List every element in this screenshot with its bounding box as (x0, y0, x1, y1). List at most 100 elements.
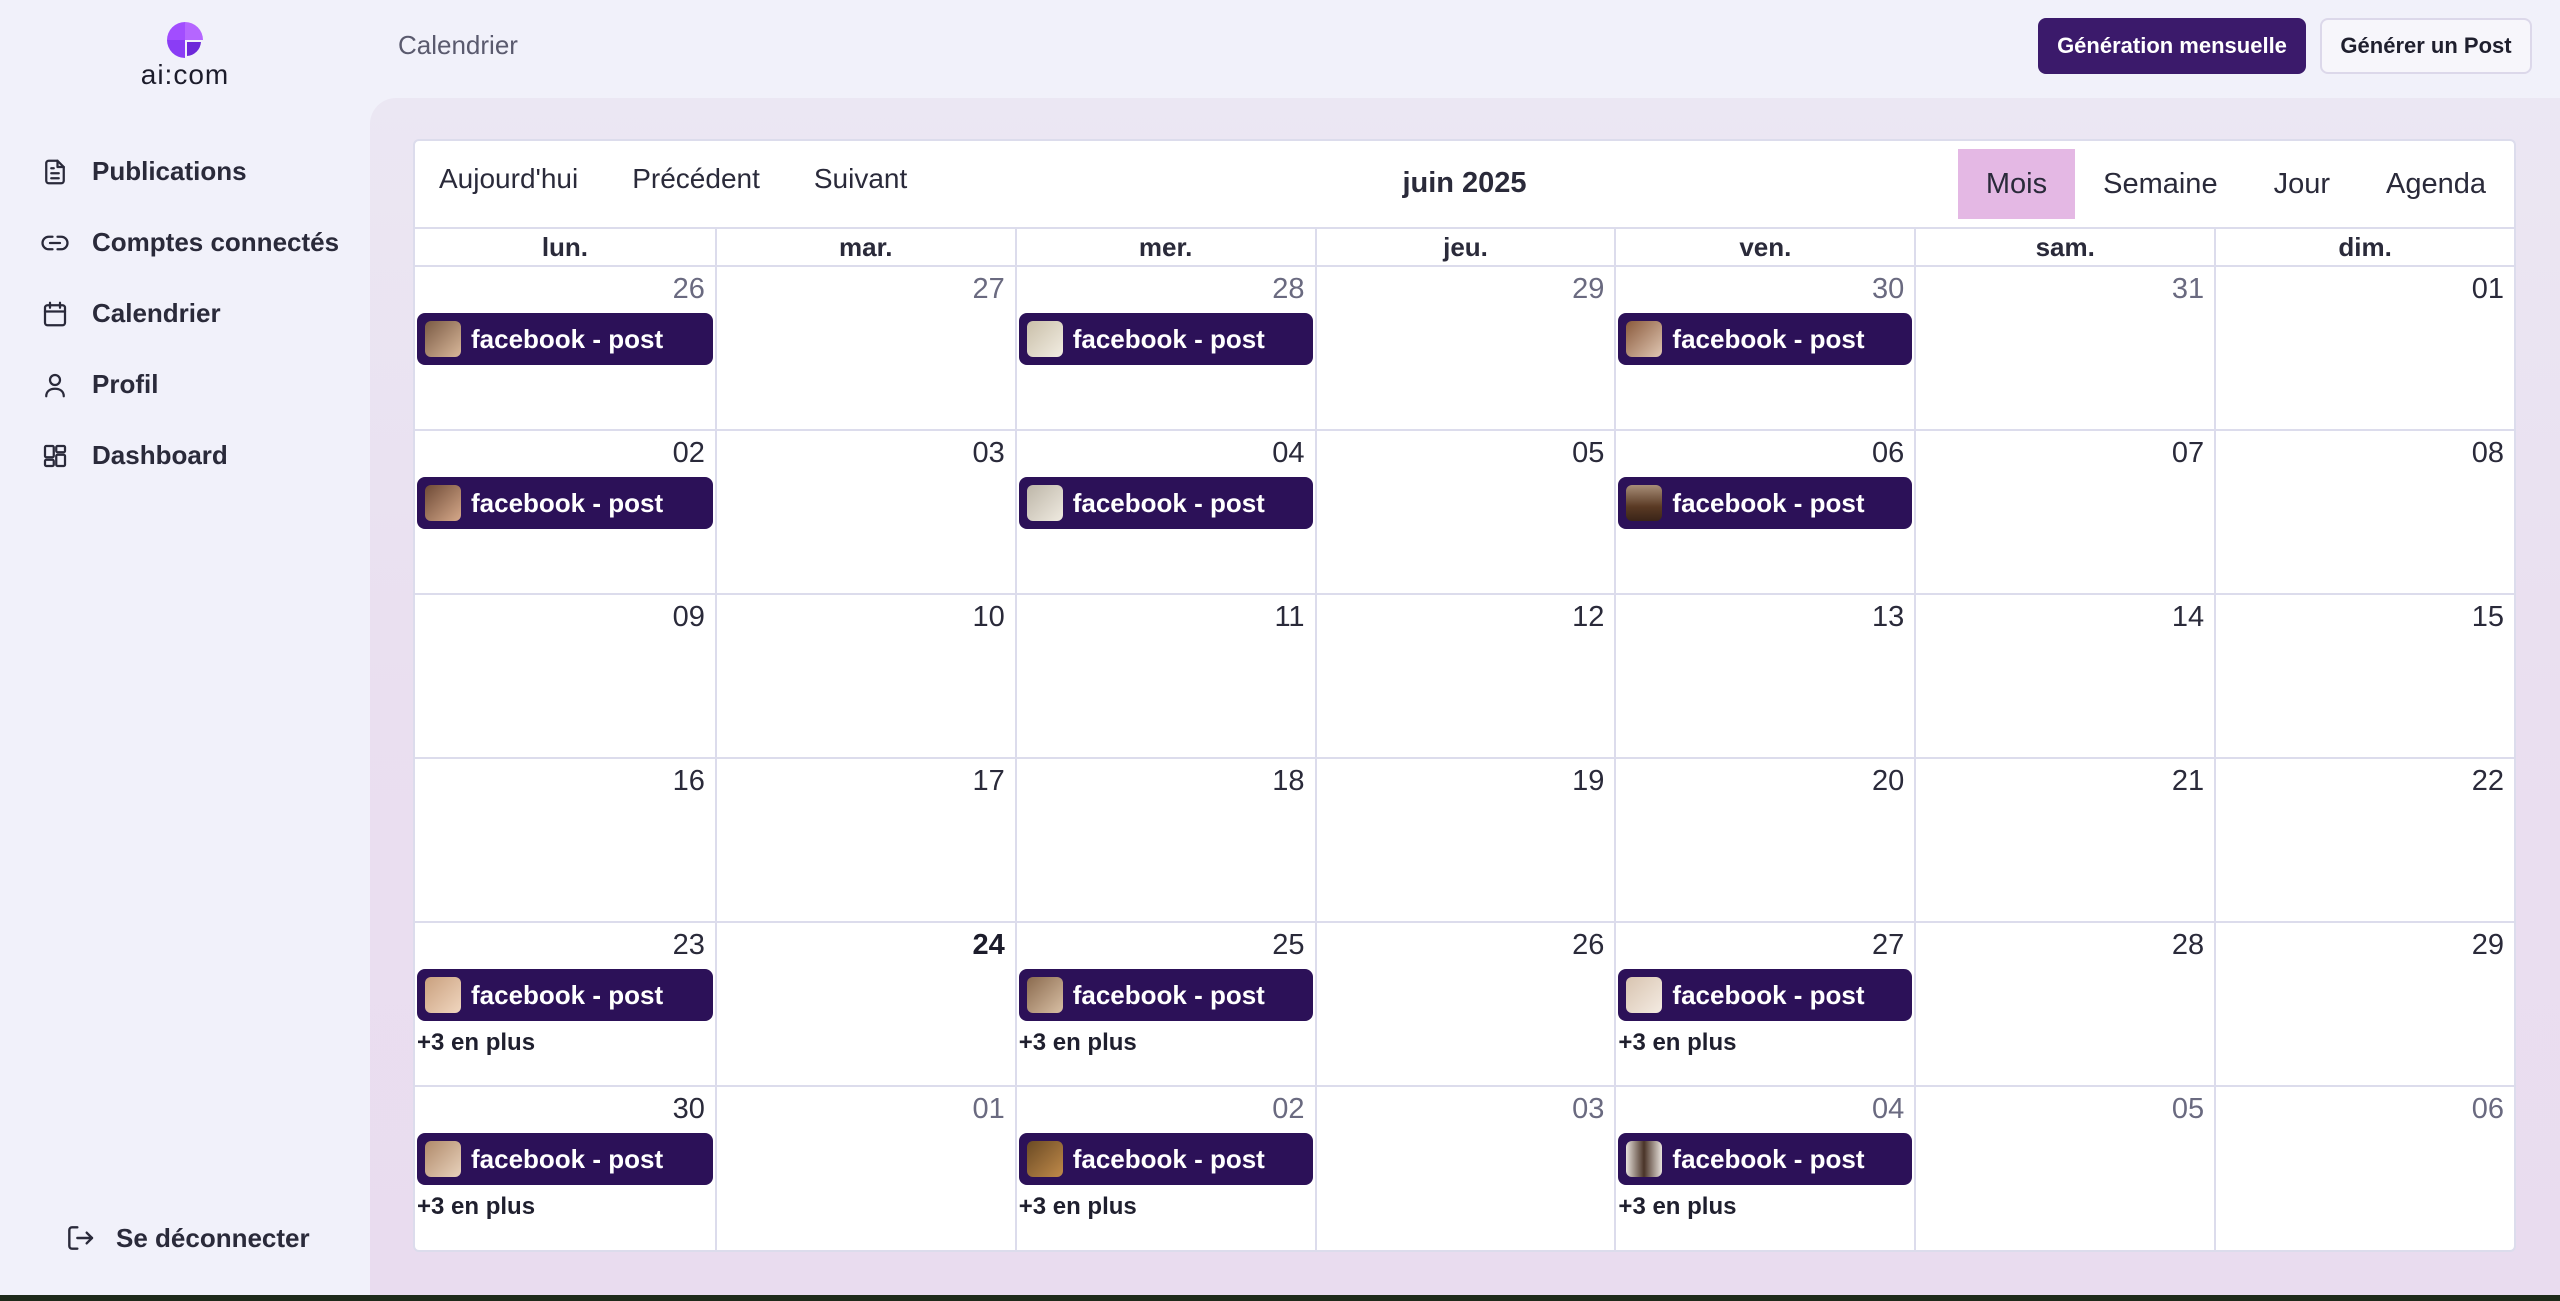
weekday-header: lun. mar. mer. jeu. ven. sam. dim. (415, 227, 2514, 267)
sidebar-item-comptes[interactable]: Comptes connectés (40, 207, 339, 278)
day-cell[interactable]: 29 (2214, 923, 2514, 1085)
app-logo[interactable]: ai:com (140, 20, 230, 90)
event[interactable]: facebook - post (1018, 1133, 1313, 1185)
event[interactable]: facebook - post (1018, 313, 1313, 365)
sidebar-item-publications[interactable]: Publications (40, 136, 339, 207)
day-cell[interactable]: 19 (1314, 759, 1615, 921)
previous-button[interactable]: Précédent (632, 163, 760, 195)
day-cell[interactable]: 15 (2214, 595, 2514, 757)
day-cell[interactable]: 30 facebook - post +3 en plus (415, 1087, 715, 1251)
view-month-button[interactable]: Mois (1957, 149, 2076, 219)
day-number: 27 (1872, 929, 1905, 961)
calendar-icon (43, 301, 67, 326)
event[interactable]: facebook - post (1618, 969, 1913, 1021)
day-cell[interactable]: 06 (2214, 1087, 2514, 1251)
day-cell[interactable]: 21 (1914, 759, 2214, 921)
event[interactable]: facebook - post (1618, 313, 1913, 365)
day-cell[interactable]: 03 (714, 431, 1015, 593)
event[interactable]: facebook - post (1618, 1133, 1913, 1185)
week-row: 16 17 18 19 20 21 22 (415, 759, 2514, 923)
view-agenda-button[interactable]: Agenda (2358, 149, 2514, 219)
day-cell[interactable]: 23 facebook - post +3 en plus (415, 923, 715, 1085)
day-cell[interactable]: 01 (714, 1087, 1015, 1251)
day-cell[interactable]: 09 (415, 595, 715, 757)
event[interactable]: facebook - post (417, 477, 713, 529)
generate-post-button[interactable]: Générer un Post (2320, 18, 2532, 74)
more-events-link[interactable]: +3 en plus (417, 1193, 535, 1221)
more-events-link[interactable]: +3 en plus (1618, 1193, 1736, 1221)
day-number: 03 (972, 437, 1005, 469)
event[interactable]: facebook - post (1618, 477, 1913, 529)
next-button[interactable]: Suivant (814, 163, 907, 195)
more-events-link[interactable]: +3 en plus (1618, 1029, 1736, 1057)
event-label: facebook - post (471, 323, 664, 354)
sidebar-item-dashboard[interactable]: Dashboard (40, 420, 339, 491)
event[interactable]: facebook - post (417, 969, 713, 1021)
day-cell[interactable]: 01 (2214, 267, 2514, 429)
more-events-link[interactable]: +3 en plus (1019, 1193, 1137, 1221)
sidebar-item-label: Publications (92, 156, 247, 186)
event-label: facebook - post (471, 487, 664, 518)
day-number: 05 (1572, 437, 1605, 469)
day-number: 30 (672, 1093, 705, 1125)
today-button[interactable]: Aujourd'hui (439, 163, 578, 195)
day-cell[interactable]: 03 (1314, 1087, 1615, 1251)
day-cell-today[interactable]: 24 (714, 923, 1015, 1085)
view-day-button[interactable]: Jour (2246, 149, 2358, 219)
day-cell[interactable]: 25 facebook - post +3 en plus (1014, 923, 1315, 1085)
day-number: 20 (1872, 765, 1905, 797)
day-cell[interactable]: 28 facebook - post (1014, 267, 1315, 429)
day-cell[interactable]: 28 (1914, 923, 2214, 1085)
post-thumbnail (1026, 977, 1063, 1013)
day-cell[interactable]: 12 (1314, 595, 1615, 757)
day-number: 11 (1274, 601, 1305, 633)
window-bottom-edge (0, 1295, 2560, 1301)
day-cell[interactable]: 04 facebook - post +3 en plus (1614, 1087, 1914, 1251)
event[interactable]: facebook - post (417, 1133, 713, 1185)
day-cell[interactable]: 04 facebook - post (1014, 431, 1315, 593)
dashboard-icon (43, 444, 67, 467)
day-cell[interactable]: 16 (415, 759, 715, 921)
day-number: 06 (1872, 437, 1905, 469)
day-cell[interactable]: 26 (1314, 923, 1615, 1085)
event-label: facebook - post (1672, 487, 1865, 518)
weeks: 26 facebook - post 27 28 facebook - post… (415, 267, 2514, 1251)
day-cell[interactable]: 22 (2214, 759, 2514, 921)
day-cell[interactable]: 08 (2214, 431, 2514, 593)
day-cell[interactable]: 14 (1914, 595, 2214, 757)
day-cell[interactable]: 07 (1914, 431, 2214, 593)
calendar-toolbar: Aujourd'hui Précédent Suivant juin 2025 … (415, 141, 2514, 227)
day-cell[interactable]: 26 facebook - post (415, 267, 715, 429)
sidebar-item-profil[interactable]: Profil (40, 349, 339, 420)
day-cell[interactable]: 30 facebook - post (1614, 267, 1914, 429)
day-cell[interactable]: 31 (1914, 267, 2214, 429)
sidebar-item-calendrier[interactable]: Calendrier (40, 278, 339, 349)
day-cell[interactable]: 20 (1614, 759, 1914, 921)
more-events-link[interactable]: +3 en plus (417, 1029, 535, 1057)
logout-button[interactable]: Se déconnecter (64, 1222, 310, 1254)
view-week-button[interactable]: Semaine (2075, 149, 2245, 219)
event[interactable]: facebook - post (417, 313, 713, 365)
day-cell[interactable]: 02 facebook - post +3 en plus (1014, 1087, 1315, 1251)
day-number: 06 (2471, 1093, 2504, 1125)
day-cell[interactable]: 05 (1914, 1087, 2214, 1251)
day-cell[interactable]: 27 facebook - post +3 en plus (1614, 923, 1914, 1085)
day-cell[interactable]: 29 (1314, 267, 1615, 429)
day-cell[interactable]: 11 (1014, 595, 1315, 757)
day-cell[interactable]: 27 (714, 267, 1015, 429)
day-cell[interactable]: 10 (714, 595, 1015, 757)
monthly-generation-button[interactable]: Génération mensuelle (2038, 18, 2306, 74)
weekday-label: dim. (2214, 229, 2514, 265)
more-events-link[interactable]: +3 en plus (1019, 1029, 1137, 1057)
event[interactable]: facebook - post (1018, 477, 1313, 529)
day-cell[interactable]: 17 (714, 759, 1015, 921)
day-cell[interactable]: 13 (1614, 595, 1914, 757)
document-icon (45, 159, 65, 184)
event[interactable]: facebook - post (1018, 969, 1313, 1021)
day-cell[interactable]: 02 facebook - post (415, 431, 715, 593)
user-icon (45, 373, 65, 397)
day-cell[interactable]: 18 (1014, 759, 1315, 921)
sidebar-item-label: Comptes connectés (92, 227, 340, 257)
day-cell[interactable]: 05 (1314, 431, 1615, 593)
day-cell[interactable]: 06 facebook - post (1614, 431, 1914, 593)
